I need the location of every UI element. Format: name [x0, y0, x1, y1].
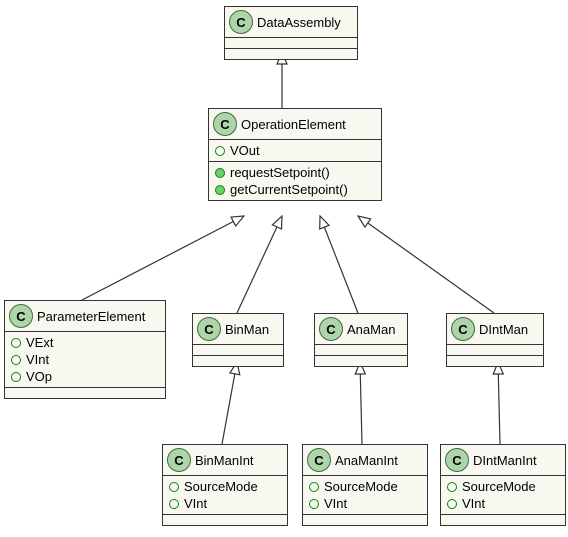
class-bin-man-int: C BinManInt SourceMode VInt — [162, 444, 288, 526]
attribute-row: VInt — [5, 351, 165, 368]
attribute-row: VInt — [163, 495, 287, 512]
visibility-icon — [215, 168, 225, 178]
class-name-label: OperationElement — [241, 117, 346, 132]
attribute-row: VInt — [303, 495, 427, 512]
attribute-label: VInt — [184, 496, 207, 511]
class-stereotype-icon: C — [319, 317, 343, 341]
class-name-label: ParameterElement — [37, 309, 145, 324]
attribute-row: SourceMode — [303, 478, 427, 495]
class-ana-man-int: C AnaManInt SourceMode VInt — [302, 444, 428, 526]
class-data-assembly: C DataAssembly — [224, 6, 358, 60]
class-stereotype-icon: C — [9, 304, 33, 328]
class-parameter-element: C ParameterElement VExt VInt VOp — [4, 300, 166, 399]
visibility-icon — [11, 338, 21, 348]
class-bin-man: C BinMan — [192, 313, 284, 367]
visibility-icon — [447, 482, 457, 492]
class-dint-man: C DIntMan — [446, 313, 544, 367]
attribute-row: VOut — [209, 142, 381, 159]
attribute-row: SourceMode — [441, 478, 565, 495]
attribute-label: SourceMode — [324, 479, 398, 494]
visibility-icon — [447, 499, 457, 509]
class-name-label: DIntManInt — [473, 453, 537, 468]
attribute-label: VOp — [26, 369, 52, 384]
visibility-icon — [309, 499, 319, 509]
class-name-label: AnaManInt — [335, 453, 398, 468]
attribute-row: VExt — [5, 334, 165, 351]
visibility-icon — [11, 372, 21, 382]
class-name-label: AnaMan — [347, 322, 395, 337]
visibility-icon — [309, 482, 319, 492]
class-name-label: BinManInt — [195, 453, 254, 468]
class-name-label: BinMan — [225, 322, 269, 337]
class-stereotype-icon: C — [167, 448, 191, 472]
class-ana-man: C AnaMan — [314, 313, 408, 367]
visibility-icon — [11, 355, 21, 365]
class-name-label: DIntMan — [479, 322, 528, 337]
method-label: getCurrentSetpoint() — [230, 182, 348, 197]
attribute-row: VInt — [441, 495, 565, 512]
class-stereotype-icon: C — [445, 448, 469, 472]
class-stereotype-icon: C — [213, 112, 237, 136]
method-row: requestSetpoint() — [209, 164, 381, 181]
attribute-label: VInt — [462, 496, 485, 511]
class-stereotype-icon: C — [307, 448, 331, 472]
class-dint-man-int: C DIntManInt SourceMode VInt — [440, 444, 566, 526]
attribute-label: VInt — [324, 496, 347, 511]
class-stereotype-icon: C — [197, 317, 221, 341]
attribute-label: VOut — [230, 143, 260, 158]
attribute-label: VInt — [26, 352, 49, 367]
class-stereotype-icon: C — [229, 10, 253, 34]
attribute-row: VOp — [5, 368, 165, 385]
visibility-icon — [169, 482, 179, 492]
method-label: requestSetpoint() — [230, 165, 330, 180]
class-stereotype-icon: C — [451, 317, 475, 341]
method-row: getCurrentSetpoint() — [209, 181, 381, 198]
visibility-icon — [215, 146, 225, 156]
attribute-row: SourceMode — [163, 478, 287, 495]
visibility-icon — [215, 185, 225, 195]
visibility-icon — [169, 499, 179, 509]
class-operation-element: C OperationElement VOut requestSetpoint(… — [208, 108, 382, 201]
attribute-label: VExt — [26, 335, 53, 350]
class-name-label: DataAssembly — [257, 15, 341, 30]
attribute-label: SourceMode — [184, 479, 258, 494]
attribute-label: SourceMode — [462, 479, 536, 494]
